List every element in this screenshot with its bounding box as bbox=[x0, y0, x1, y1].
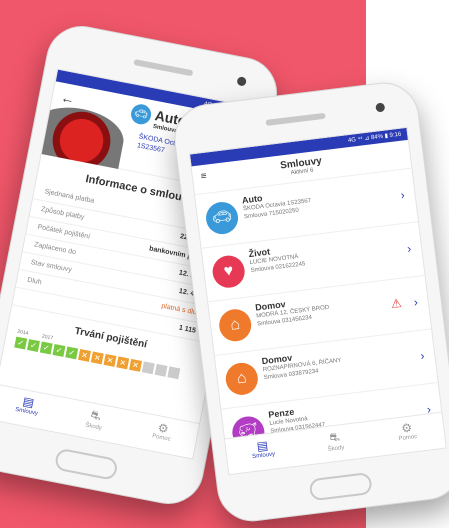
info-label bbox=[23, 294, 24, 301]
car-icon: 🚗︎ bbox=[204, 200, 240, 236]
home-button[interactable] bbox=[53, 447, 119, 481]
unpaid-cross-icon: ✕ bbox=[103, 353, 117, 367]
home-button[interactable] bbox=[308, 471, 373, 502]
list-screen: 4G ⁴⁴ ⊿ 84% ▮ 9:16 ≡ Smlouvy Aktivní 6 🚗… bbox=[188, 126, 447, 476]
phone-contract-list: 4G ⁴⁴ ⊿ 84% ▮ 9:16 ≡ Smlouvy Aktivní 6 🚗… bbox=[170, 78, 449, 526]
paid-check-icon: ✓ bbox=[52, 344, 66, 357]
phone-speaker bbox=[133, 59, 194, 77]
warning-icon: ⚠ bbox=[390, 295, 403, 312]
paid-check-icon: ✓ bbox=[14, 336, 28, 350]
bottom-navigation: ▤ Smlouvy ⛐ Škody ⚙ Pomoc bbox=[0, 383, 200, 459]
phone-camera bbox=[375, 102, 386, 113]
nav-item-smlouvy[interactable]: ▤ Smlouvy bbox=[0, 385, 64, 432]
paid-check-icon: ✓ bbox=[65, 346, 79, 360]
nav-item-škody[interactable]: ⛐ Škody bbox=[58, 398, 132, 445]
timeline-empty-cell bbox=[141, 361, 155, 375]
house-icon: ⌂ bbox=[217, 307, 254, 344]
phone-speaker bbox=[265, 112, 326, 127]
nav-item-smlouvy[interactable]: ▤ Smlouvy bbox=[225, 430, 301, 474]
heart-icon: ♥ bbox=[210, 253, 247, 290]
timeline-empty-cell bbox=[167, 366, 181, 380]
paid-check-icon: ✓ bbox=[39, 341, 53, 355]
hamburger-menu-icon[interactable]: ≡ bbox=[200, 171, 207, 183]
paid-check-icon: ✓ bbox=[27, 339, 40, 352]
unpaid-cross-icon: ✕ bbox=[90, 351, 104, 365]
info-label: Stav smlouvy bbox=[30, 259, 73, 274]
car-photo bbox=[27, 100, 129, 169]
timeline-empty-cell bbox=[154, 363, 168, 377]
phone-camera bbox=[236, 76, 247, 87]
nav-item-škody[interactable]: ⛐ Škody bbox=[297, 422, 373, 466]
unpaid-cross-icon: ✕ bbox=[129, 358, 142, 372]
unpaid-cross-icon: ✕ bbox=[116, 356, 130, 370]
nav-item-pomoc[interactable]: ⚙ Pomoc bbox=[369, 413, 445, 457]
info-label: Dluh bbox=[26, 276, 43, 287]
house-icon: ⌂ bbox=[223, 361, 260, 397]
car-icon: 🚗︎ bbox=[129, 102, 153, 127]
unpaid-cross-icon: ✕ bbox=[78, 348, 91, 362]
back-arrow-icon[interactable]: ← bbox=[59, 89, 76, 107]
info-label: Způsob platby bbox=[40, 206, 85, 222]
nav-item-pomoc[interactable]: ⚙ Pomoc bbox=[125, 411, 199, 458]
info-label: Zaplaceno do bbox=[33, 241, 77, 257]
